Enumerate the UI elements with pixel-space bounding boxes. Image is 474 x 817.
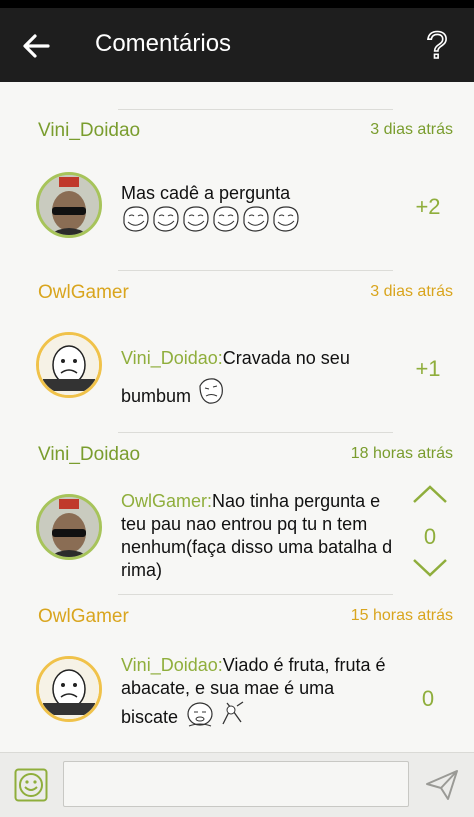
troll-face-icon (271, 205, 301, 239)
help-icon[interactable]: ? (420, 24, 454, 66)
divider (118, 432, 393, 433)
comment-time: 3 dias atrás (370, 121, 453, 138)
send-icon[interactable] (424, 768, 460, 802)
vote-score: +1 (415, 356, 441, 381)
comment-text: Vini_Doidao:Cravada no seu bumbum (121, 340, 401, 418)
comment-item: Vini_Doidao 18 horas atrás OwlGamer:Nao … (0, 434, 474, 594)
comment-item: Vini_Doidao 3 dias atrás Mas cadê a perg… (0, 110, 474, 270)
troll-face-icon (211, 205, 241, 239)
troll-face-icon (241, 205, 271, 239)
comment-author[interactable]: Vini_Doidao (38, 120, 140, 142)
avatar[interactable] (36, 656, 102, 722)
downvote-chevron-icon[interactable] (410, 556, 450, 580)
comment-input[interactable] (63, 761, 409, 807)
comment-time: 18 horas atrás (350, 445, 453, 462)
svg-text:?: ? (426, 25, 447, 66)
troll-face-icon (151, 205, 181, 239)
mention[interactable]: Vini_Doidao: (121, 348, 223, 368)
comment-author[interactable]: OwlGamer (38, 282, 129, 304)
avatar[interactable] (36, 494, 102, 560)
comment-time: 3 dias atrás (370, 283, 453, 300)
comment-composer (0, 752, 474, 817)
comment-item: OwlGamer 3 dias atrás Vini_Doidao:Cravad… (0, 272, 474, 432)
mention[interactable]: OwlGamer: (121, 491, 212, 511)
upvote-chevron-icon[interactable] (410, 482, 450, 506)
troll-face-icon (181, 205, 211, 239)
app-bar: Comentários ? (0, 8, 474, 82)
vote-score: +2 (415, 194, 441, 219)
mention[interactable]: Vini_Doidao: (121, 655, 223, 675)
vote-score: 0 (423, 524, 437, 549)
comment-author[interactable]: Vini_Doidao (38, 444, 140, 466)
page-title: Comentários (95, 30, 232, 57)
cereal-guy-avatar-icon (39, 335, 99, 395)
comment-list[interactable]: Vini_Doidao 3 dias atrás Mas cadê a perg… (0, 82, 474, 752)
meme-face-icon (217, 700, 247, 736)
photo-avatar-icon (39, 175, 99, 235)
meme-face-icon (196, 376, 226, 418)
divider (118, 594, 393, 595)
photo-avatar-icon (39, 497, 99, 557)
back-arrow-icon[interactable] (18, 28, 54, 64)
meme-face-icon (183, 700, 217, 736)
avatar[interactable] (36, 172, 102, 238)
avatar[interactable] (36, 332, 102, 398)
cereal-guy-avatar-icon (39, 659, 99, 719)
emoji-icon[interactable] (14, 768, 48, 802)
comment-item: OwlGamer 15 horas atrás Vini_Doidao:Viad… (0, 596, 474, 752)
status-bar (0, 0, 474, 8)
vote-score: 0 (421, 686, 435, 711)
comment-text: Mas cadê a pergunta (121, 182, 401, 239)
divider (118, 270, 393, 271)
comment-text: Vini_Doidao:Viado é fruta, fruta é abaca… (121, 654, 393, 736)
troll-face-icon (121, 205, 151, 239)
comment-time: 15 horas atrás (350, 607, 453, 624)
comment-text: OwlGamer:Nao tinha pergunta e teu pau na… (121, 491, 393, 580)
comment-author[interactable]: OwlGamer (38, 606, 129, 628)
